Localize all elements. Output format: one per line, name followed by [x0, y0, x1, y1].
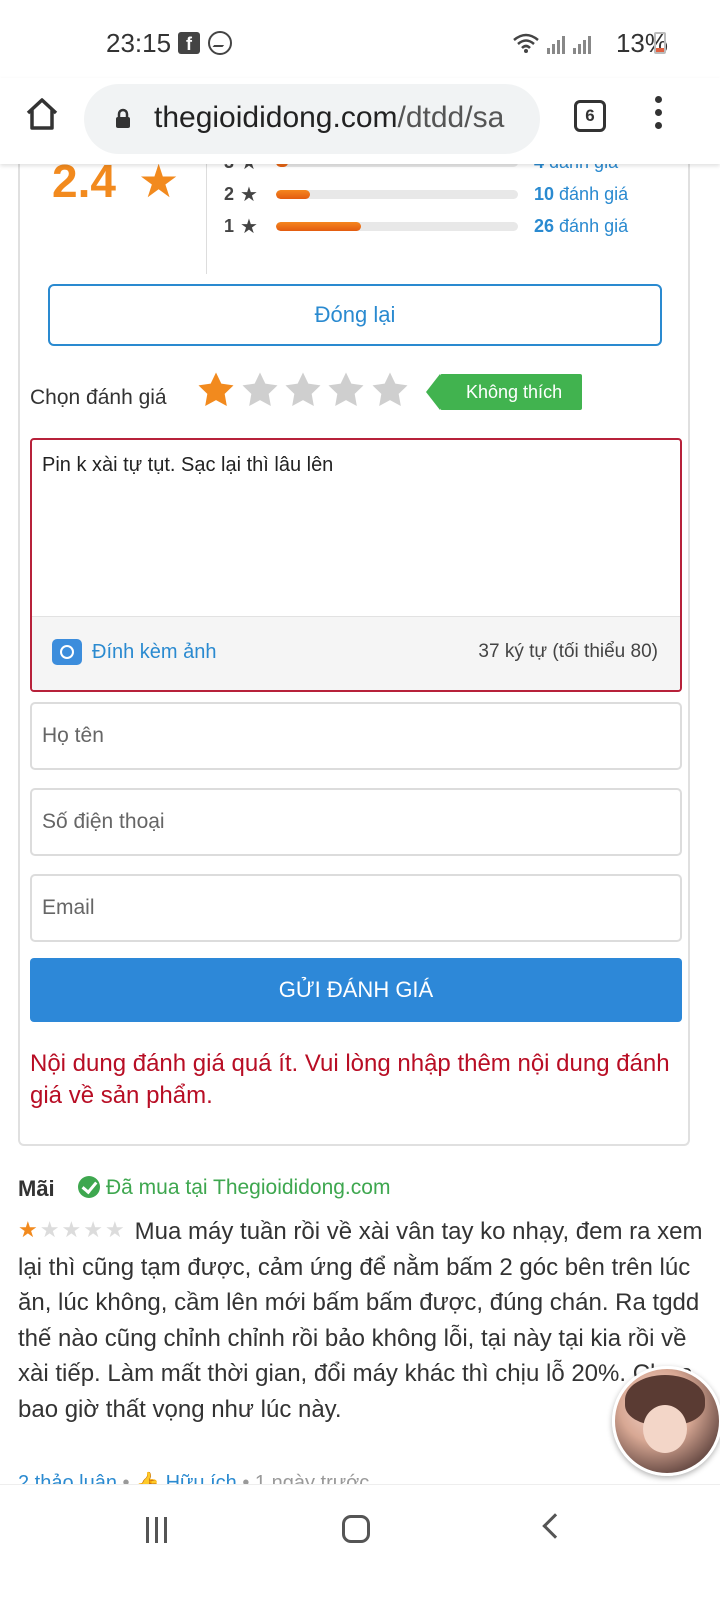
comment-actions: 2 thảo luận • 👍 Hữu ích • 1 ngày trước — [18, 1470, 369, 1484]
replies-link[interactable]: 2 thảo luận — [18, 1472, 117, 1484]
address-bar[interactable]: thegioididong.com/dtdd/sa — [84, 84, 540, 154]
rating-row-2-star[interactable]: 2 ★ 10 đánh giá — [224, 184, 644, 206]
facebook-icon: f — [178, 32, 200, 54]
comment-body: ★★★★★ Mua máy tuần rồi về xài vân tay ko … — [18, 1212, 708, 1427]
star-icon: ★ — [240, 184, 258, 206]
system-nav-bar — [0, 1484, 720, 1600]
camera-icon[interactable] — [52, 639, 82, 665]
attach-photo-link[interactable]: Đính kèm ảnh — [92, 641, 217, 664]
rating-bar-track — [276, 190, 518, 199]
url-path: /dtdd/sa — [397, 101, 505, 134]
average-star-icon: ★ — [138, 164, 180, 207]
rating-star-2[interactable] — [240, 370, 280, 410]
review-textarea[interactable]: Pin k xài tự tụt. Sạc lại thì lâu lên Đí… — [30, 438, 682, 692]
rating-panel: 2.4 ★ 3★4 đánh giá2★10 đánh giá1★26 đánh… — [18, 164, 690, 1146]
choose-rating-label: Chọn đánh giá — [30, 386, 167, 409]
status-bar: 23:15 f 13% — [0, 0, 720, 78]
chat-head-avatar[interactable] — [612, 1366, 720, 1476]
helpful-link[interactable]: Hữu ích — [166, 1472, 237, 1484]
star-icon: ★ — [240, 164, 258, 175]
browser-toolbar: thegioididong.com/dtdd/sa 6 — [0, 78, 720, 164]
rating-mood-badge: Không thích — [425, 374, 583, 410]
rating-row-1-star[interactable]: 1 ★ 26 đánh giá — [224, 216, 644, 238]
email-input[interactable] — [32, 876, 680, 940]
rating-row-count[interactable]: 10 đánh giá — [534, 184, 628, 205]
close-button[interactable]: Đóng lại — [48, 284, 662, 346]
star-icon: ★ — [240, 216, 258, 238]
rating-row-count[interactable]: 26 đánh giá — [534, 216, 628, 237]
recent-apps-icon[interactable] — [146, 1517, 174, 1545]
rating-row-3-star[interactable]: 3 ★ 4 đánh giá — [224, 164, 644, 174]
more-menu-icon[interactable] — [648, 96, 668, 136]
battery-icon — [654, 32, 666, 54]
comment-star-icon: ★ — [104, 1217, 127, 1242]
home-button-icon[interactable] — [342, 1515, 370, 1543]
signal-icon-2 — [573, 36, 591, 54]
separator-dot: • — [242, 1472, 255, 1484]
url-text: thegioididong.com/dtdd/sa — [154, 101, 504, 135]
rating-bar-fill — [276, 190, 310, 199]
verified-purchase-label: Đã mua tại Thegioididong.com — [106, 1176, 391, 1199]
back-icon[interactable] — [542, 1513, 568, 1539]
messenger-icon — [208, 31, 232, 55]
status-time: 23:15 — [106, 28, 172, 58]
thumbs-up-icon[interactable]: 👍 — [135, 1472, 160, 1484]
comment-star-icon: ★ — [61, 1217, 84, 1242]
comment-stars: ★★★★★ — [18, 1212, 127, 1248]
comment-star-icon: ★ — [83, 1217, 105, 1242]
phone-input[interactable] — [32, 790, 680, 854]
divider — [206, 164, 207, 274]
phone-field[interactable] — [30, 788, 682, 856]
rating-row-stars: 3 — [224, 164, 234, 173]
rating-bar-track — [276, 222, 518, 231]
rating-row-stars: 1 — [224, 216, 235, 236]
wifi-icon — [513, 33, 539, 53]
verified-check-icon — [78, 1176, 100, 1198]
url-domain: thegioididong.com — [154, 101, 398, 134]
rating-star-3[interactable] — [283, 370, 323, 410]
name-input[interactable] — [32, 704, 680, 768]
comment-time: 1 ngày trước — [254, 1472, 370, 1484]
lock-icon — [116, 108, 130, 128]
rating-star-5[interactable] — [370, 370, 410, 410]
rating-row-count[interactable]: 4 đánh giá — [534, 164, 618, 173]
home-icon[interactable] — [24, 96, 60, 132]
rating-bar-track — [276, 164, 518, 167]
rating-star-4[interactable] — [326, 370, 366, 410]
comment-author: Mãi — [18, 1176, 55, 1201]
rating-row-stars: 2 — [224, 184, 235, 204]
rating-bar-fill — [276, 222, 361, 231]
tab-switcher-button[interactable]: 6 — [574, 100, 606, 132]
average-rating: 2.4 — [52, 164, 116, 207]
submit-review-button[interactable]: GỬI ĐÁNH GIÁ — [30, 958, 682, 1022]
comment-text: Mua máy tuần rồi về xài vân tay ko nhạy,… — [18, 1218, 703, 1423]
comment-star-icon: ★ — [18, 1217, 40, 1242]
page-content: 2.4 ★ 3★4 đánh giá2★10 đánh giá1★26 đánh… — [0, 164, 720, 1484]
char-count: 37 ký tự (tối thiểu 80) — [478, 641, 658, 662]
name-field[interactable] — [30, 702, 682, 770]
rating-star-1[interactable] — [196, 370, 236, 410]
error-message: Nội dung đánh giá quá ít. Vui lòng nhập … — [30, 1050, 670, 1109]
signal-icon — [547, 36, 565, 54]
review-footer: Đính kèm ảnh 37 ký tự (tối thiểu 80) — [32, 616, 680, 690]
review-text: Pin k xài tự tụt. Sạc lại thì lâu lên — [42, 454, 334, 476]
email-field[interactable] — [30, 874, 682, 942]
rating-bar-fill — [276, 164, 289, 167]
separator-dot: • — [122, 1472, 136, 1484]
comment-star-icon: ★ — [39, 1217, 62, 1242]
